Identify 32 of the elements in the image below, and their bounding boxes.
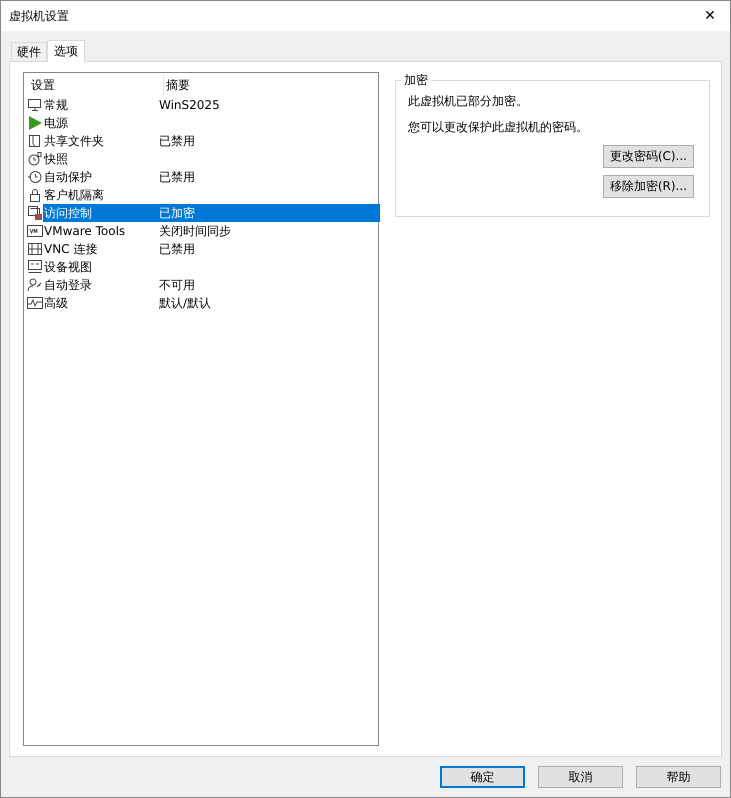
window-title: 虚拟机设置 xyxy=(9,8,69,24)
dialog-button[interactable]: 取消 xyxy=(538,766,623,788)
dialog-button[interactable]: 移除加密(R)... xyxy=(602,175,694,198)
vm-icon xyxy=(27,223,43,239)
column-header: 摘要 xyxy=(163,75,190,96)
list-row[interactable]: VMware Tools 关闭时间同步 xyxy=(43,222,380,240)
dialog-button[interactable]: 更改密码(C)... xyxy=(602,145,694,168)
list-row[interactable]: 自动登录 不可用 xyxy=(43,276,380,294)
list-row[interactable]: 自动保护 已禁用 xyxy=(43,168,380,186)
play-icon xyxy=(27,115,43,131)
network-icon xyxy=(27,241,43,257)
device-icon xyxy=(27,259,43,275)
list-row[interactable]: 常规 WinS2025 xyxy=(43,96,380,114)
list-row[interactable]: 电源 xyxy=(43,114,380,132)
list-row[interactable]: 访问控制 已加密 xyxy=(43,204,380,222)
pulse-icon xyxy=(27,295,43,311)
tab[interactable]: 选项 xyxy=(47,40,85,62)
tab[interactable]: 硬件 xyxy=(11,42,47,61)
list-row[interactable]: 共享文件夹 已禁用 xyxy=(43,132,380,150)
list-row[interactable]: 设备视图 xyxy=(43,258,380,276)
list-row[interactable]: VNC 连接 已禁用 xyxy=(43,240,380,258)
list-row[interactable]: 快照 xyxy=(43,150,380,168)
monitor-icon xyxy=(27,97,43,113)
clock-icon xyxy=(27,151,43,167)
list-row[interactable]: 高级 默认/默认 xyxy=(43,294,380,312)
dialog-button[interactable]: 帮助 xyxy=(636,766,721,788)
column-header: 设置 xyxy=(30,77,56,94)
list-row[interactable]: 客户机隔离 xyxy=(43,186,380,204)
dialog-button[interactable]: 确定 xyxy=(440,766,525,788)
status-text: 此虚拟机已部分加密。 xyxy=(408,93,528,109)
hint-text: 您可以更改保护此虚拟机的密码。 xyxy=(408,119,588,135)
history-icon xyxy=(27,169,43,185)
